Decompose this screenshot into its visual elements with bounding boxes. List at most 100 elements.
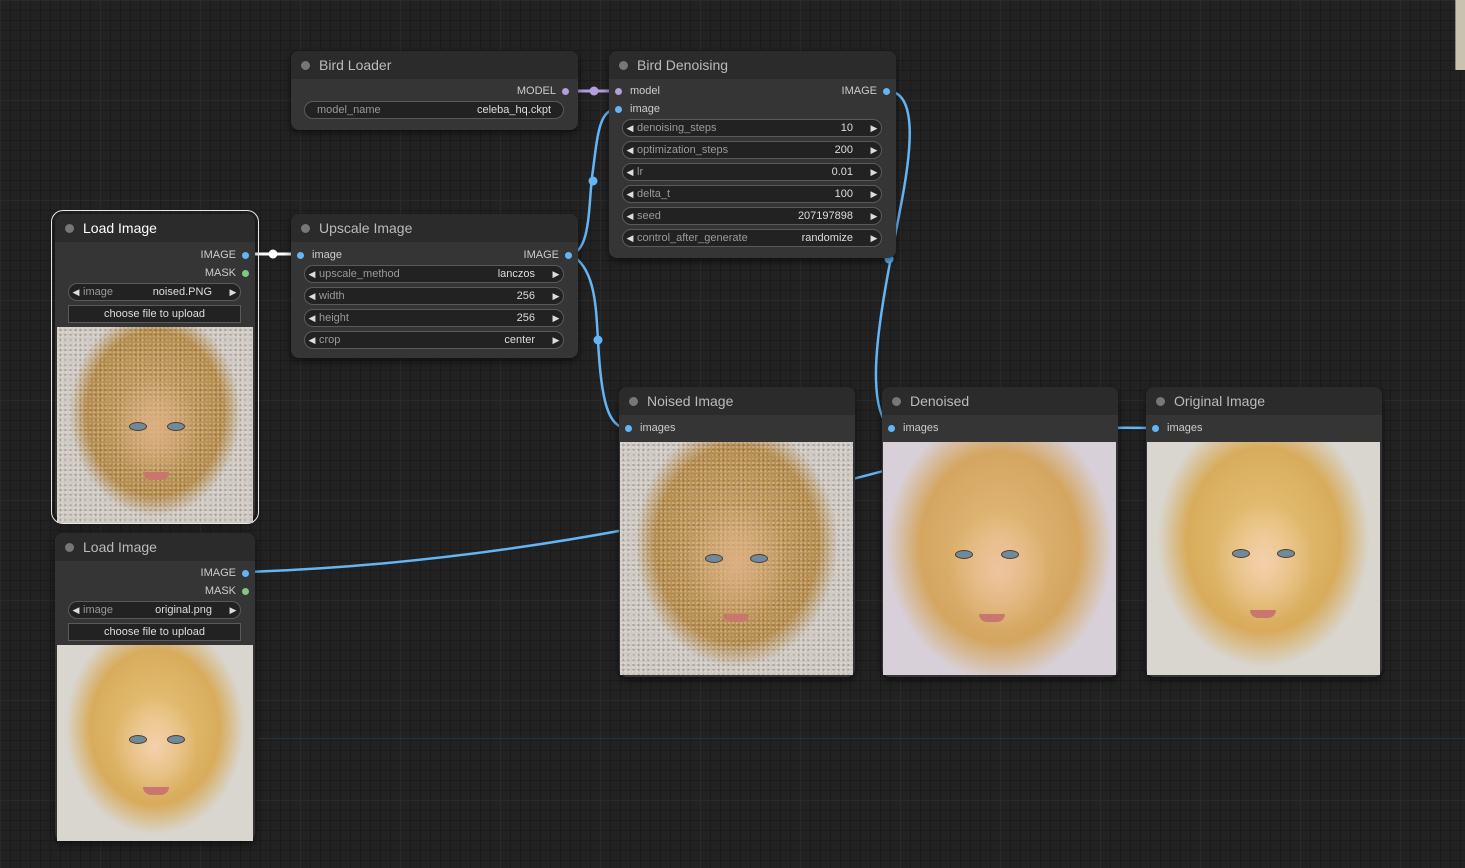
slot-dot-icon[interactable] [888, 424, 895, 432]
collapse-dot-icon[interactable] [301, 223, 310, 233]
decrement-arrow-icon[interactable]: ◀ [305, 269, 319, 280]
upload-button[interactable]: choose file to upload [68, 305, 241, 323]
decrement-arrow-icon[interactable]: ◀ [69, 287, 83, 298]
output-slot-image[interactable]: IMAGE [842, 84, 890, 98]
input-slot-images[interactable]: images [888, 421, 938, 435]
node-upscale-image[interactable]: Upscale Image image IMAGE ◀ upscale_meth… [291, 214, 578, 358]
node-title[interactable]: Original Image [1146, 387, 1382, 415]
node-title[interactable]: Bird Loader [291, 51, 578, 79]
slot-dot-icon[interactable] [565, 251, 572, 259]
collapse-dot-icon[interactable] [629, 396, 638, 406]
widget-label: lr [637, 166, 644, 178]
decrement-arrow-icon[interactable]: ◀ [623, 211, 637, 222]
slot-dot-icon[interactable] [242, 587, 249, 595]
decrement-arrow-icon[interactable]: ◀ [623, 233, 637, 244]
increment-arrow-icon[interactable]: ▶ [867, 233, 881, 244]
increment-arrow-icon[interactable]: ▶ [867, 167, 881, 178]
slot-dot-icon[interactable] [615, 105, 622, 113]
output-slot-image[interactable]: IMAGE [524, 248, 572, 262]
increment-arrow-icon[interactable]: ▶ [867, 211, 881, 222]
increment-arrow-icon[interactable]: ▶ [226, 287, 240, 298]
widget-label: crop [319, 334, 341, 346]
widget-delta-t[interactable]: ◀ delta_t 100 ▶ [622, 185, 882, 203]
decrement-arrow-icon[interactable]: ◀ [623, 145, 637, 156]
node-title[interactable]: Upscale Image [291, 214, 578, 242]
increment-arrow-icon[interactable]: ▶ [867, 145, 881, 156]
decrement-arrow-icon[interactable]: ◀ [305, 313, 319, 324]
node-denoised[interactable]: Denoised images [882, 387, 1118, 677]
slot-dot-icon[interactable] [625, 424, 632, 432]
widget-value: celeba_hq.ckpt [477, 104, 551, 116]
slot-dot-icon[interactable] [242, 569, 249, 577]
widget-width[interactable]: ◀ width 256 ▶ [304, 287, 564, 305]
widget-image-select[interactable]: ◀ image original.png ▶ [68, 601, 241, 619]
slot-label: IMAGE [523, 249, 559, 261]
widget-height[interactable]: ◀ height 256 ▶ [304, 309, 564, 327]
node-title[interactable]: Denoised [882, 387, 1118, 415]
slot-dot-icon[interactable] [242, 251, 249, 259]
increment-arrow-icon[interactable]: ▶ [549, 269, 563, 280]
widget-value: noised.PNG [152, 286, 212, 298]
collapse-dot-icon[interactable] [892, 396, 901, 406]
widget-upscale-method[interactable]: ◀ upscale_method lanczos ▶ [304, 265, 564, 283]
decrement-arrow-icon[interactable]: ◀ [623, 189, 637, 200]
widget-seed[interactable]: ◀ seed 207197898 ▶ [622, 207, 882, 225]
decrement-arrow-icon[interactable]: ◀ [623, 167, 637, 178]
widget-control-after-generate[interactable]: ◀ control_after_generate randomize ▶ [622, 229, 882, 247]
node-title[interactable]: Noised Image [619, 387, 855, 415]
input-slot-image[interactable]: image [297, 248, 342, 262]
collapse-dot-icon[interactable] [65, 542, 74, 552]
decrement-arrow-icon[interactable]: ◀ [305, 291, 319, 302]
slot-label: model [630, 85, 660, 97]
widget-denoising-steps[interactable]: ◀ denoising_steps 10 ▶ [622, 119, 882, 137]
node-title[interactable]: Bird Denoising [609, 51, 896, 79]
widget-label: delta_t [637, 188, 671, 200]
increment-arrow-icon[interactable]: ▶ [867, 189, 881, 200]
node-noised-image[interactable]: Noised Image images [619, 387, 855, 677]
node-title[interactable]: Load Image [55, 533, 255, 561]
slot-dot-icon[interactable] [883, 87, 890, 95]
widget-optimization-steps[interactable]: ◀ optimization_steps 200 ▶ [622, 141, 882, 159]
slot-dot-icon[interactable] [562, 87, 569, 95]
widget-label: image [83, 604, 113, 616]
decrement-arrow-icon[interactable]: ◀ [305, 335, 319, 346]
node-load-image-original[interactable]: Load Image IMAGE MASK ◀ image original.p… [55, 533, 255, 841]
input-slot-model[interactable]: model [615, 84, 660, 98]
widget-image-select[interactable]: ◀ image noised.PNG ▶ [68, 283, 241, 301]
widget-crop[interactable]: ◀ crop center ▶ [304, 331, 564, 349]
input-slot-images[interactable]: images [1152, 421, 1202, 435]
slot-dot-icon[interactable] [615, 87, 622, 95]
widget-label: image [83, 286, 113, 298]
decrement-arrow-icon[interactable]: ◀ [623, 123, 637, 134]
output-slot-mask[interactable]: MASK [205, 584, 249, 598]
decrement-arrow-icon[interactable]: ◀ [69, 605, 83, 616]
increment-arrow-icon[interactable]: ▶ [549, 291, 563, 302]
output-slot-model[interactable]: MODEL [517, 84, 569, 98]
increment-arrow-icon[interactable]: ▶ [549, 335, 563, 346]
node-load-image-noised[interactable]: Load Image IMAGE MASK ◀ image noised.PNG… [51, 210, 259, 524]
slot-dot-icon[interactable] [1152, 424, 1159, 432]
increment-arrow-icon[interactable]: ▶ [549, 313, 563, 324]
output-slot-image[interactable]: IMAGE [201, 566, 249, 580]
slot-label: image [312, 249, 342, 261]
node-bird-loader[interactable]: Bird Loader MODEL model_name celeba_hq.c… [291, 51, 578, 130]
increment-arrow-icon[interactable]: ▶ [867, 123, 881, 134]
node-bird-denoising[interactable]: Bird Denoising model image IMAGE ◀ denoi… [609, 51, 896, 258]
slot-dot-icon[interactable] [297, 251, 304, 259]
increment-arrow-icon[interactable]: ▶ [226, 605, 240, 616]
upload-button[interactable]: choose file to upload [68, 623, 241, 641]
widget-model-name[interactable]: model_name celeba_hq.ckpt [304, 101, 564, 119]
collapse-dot-icon[interactable] [301, 60, 310, 70]
collapse-dot-icon[interactable] [65, 223, 74, 233]
slot-dot-icon[interactable] [242, 269, 249, 277]
node-original-image[interactable]: Original Image images [1146, 387, 1382, 677]
collapse-dot-icon[interactable] [1156, 396, 1165, 406]
input-slot-image[interactable]: image [615, 102, 660, 116]
widget-lr[interactable]: ◀ lr 0.01 ▶ [622, 163, 882, 181]
node-title[interactable]: Load Image [55, 214, 255, 242]
node-title-text: Load Image [83, 539, 157, 555]
collapse-dot-icon[interactable] [619, 60, 628, 70]
input-slot-images[interactable]: images [625, 421, 675, 435]
output-slot-image[interactable]: IMAGE [201, 248, 249, 262]
output-slot-mask[interactable]: MASK [205, 266, 249, 280]
